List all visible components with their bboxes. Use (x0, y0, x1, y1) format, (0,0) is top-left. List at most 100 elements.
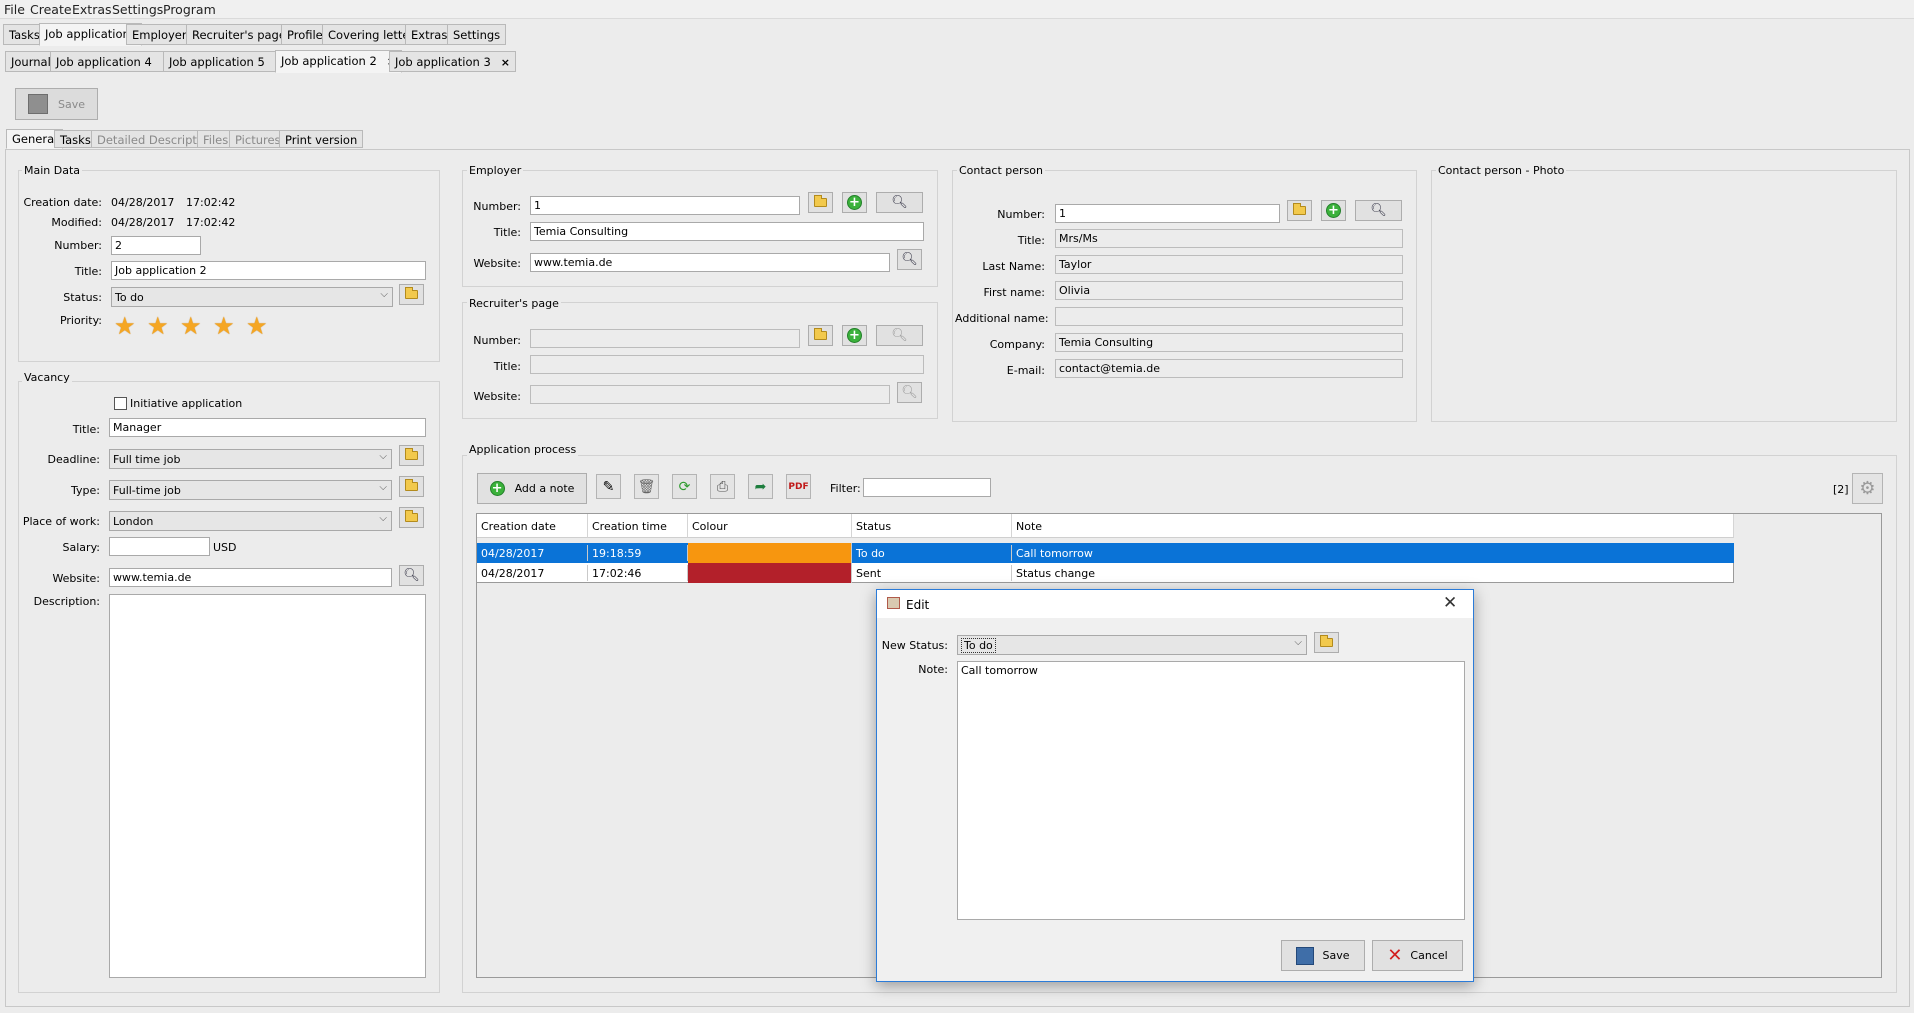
employer-add-button[interactable]: + (842, 192, 867, 213)
creation-date-value: 04/28/2017 (111, 196, 175, 209)
close-icon[interactable]: × (501, 56, 510, 69)
place-folder-button[interactable] (399, 507, 424, 528)
description-textarea[interactable] (109, 594, 426, 978)
employer-website-search-button[interactable]: 🔍︎ (897, 249, 922, 270)
sub-tab-bar: General Tasks Detailed Description Files… (0, 129, 1914, 150)
refresh-button[interactable]: ⟳ (672, 474, 697, 499)
new-status-label: New Status: (881, 639, 948, 652)
contact-number-input[interactable]: 1 (1055, 204, 1280, 223)
place-select[interactable]: London ⌵ (109, 511, 392, 531)
new-status-folder-button[interactable] (1314, 632, 1339, 653)
status-label: Status: (63, 291, 102, 304)
tab-settings[interactable]: Settings (447, 24, 507, 45)
menu-program[interactable]: Program (163, 2, 216, 17)
recruiter-website-search-button[interactable]: 🔍︎ (897, 382, 922, 403)
contact-lastname-input[interactable]: Taylor (1055, 255, 1403, 274)
dialog-save-button[interactable]: Save (1281, 940, 1365, 971)
star-icon[interactable]: ★ (213, 312, 235, 340)
star-icon[interactable]: ★ (114, 312, 136, 340)
status-folder-button[interactable] (399, 284, 424, 305)
contact-email-input[interactable]: contact@temia.de (1055, 359, 1403, 378)
contact-additional-input[interactable] (1055, 307, 1403, 326)
tab-pictures[interactable]: Pictures (229, 130, 287, 148)
menu-extras[interactable]: Extras (72, 2, 112, 17)
contact-title-input[interactable]: Mrs/Ms (1055, 229, 1403, 248)
delete-button[interactable]: 🗑︎ (634, 474, 659, 499)
contact-additional-label: Additional name: (955, 312, 1049, 325)
menu-file[interactable]: File (4, 2, 25, 17)
tab-journal[interactable]: Journal (5, 51, 57, 72)
website-search-button[interactable]: 🔍︎ (399, 565, 424, 586)
search-icon: 🔍︎ (891, 195, 908, 210)
contact-add-button[interactable]: + (1321, 200, 1346, 221)
column-header-creation-date[interactable]: Creation date (477, 514, 588, 538)
add-note-button[interactable]: + Add a note (477, 473, 587, 504)
settings-button[interactable]: ⚙ (1852, 473, 1883, 504)
contact-folder-button[interactable] (1287, 200, 1312, 221)
recruiter-search-button[interactable]: 🔍︎ (876, 325, 923, 346)
recruiter-number-input[interactable] (530, 329, 800, 348)
recruiter-title-input[interactable] (530, 355, 924, 374)
tab-job-application-3[interactable]: Job application 3 × (389, 51, 517, 72)
edit-dialog: Edit ✕ New Status: To do ⌵ Note: Call tom… (876, 589, 1474, 982)
column-header-colour[interactable]: Colour (688, 514, 852, 538)
pdf-button[interactable]: PDF (786, 474, 811, 499)
title-input[interactable]: Job application 2 (111, 261, 426, 280)
employer-number-label: Number: (473, 200, 521, 213)
add-note-label: Add a note (514, 482, 575, 495)
folder-icon (405, 510, 418, 522)
vacancy-title-input[interactable]: Manager (109, 418, 426, 437)
add-icon: + (489, 481, 505, 496)
recruiter-folder-button[interactable] (808, 325, 833, 346)
status-select[interactable]: To do ⌵ (111, 287, 393, 307)
column-header-status[interactable]: Status (852, 514, 1012, 538)
contact-search-button[interactable]: 🔍︎ (1355, 200, 1402, 221)
column-header-note[interactable]: Note (1012, 514, 1734, 538)
deadline-folder-button[interactable] (399, 445, 424, 466)
new-status-select[interactable]: To do ⌵ (957, 635, 1307, 655)
contact-firstname-input[interactable]: Olivia (1055, 281, 1403, 300)
printer-icon: ⎙ (716, 478, 729, 495)
salary-input[interactable] (109, 537, 210, 556)
menu-create[interactable]: Create (30, 2, 72, 17)
description-label: Description: (33, 595, 100, 608)
menu-settings[interactable]: Settings (112, 2, 163, 17)
initiative-checkbox[interactable] (114, 397, 127, 410)
type-folder-button[interactable] (399, 476, 424, 497)
star-icon[interactable]: ★ (246, 312, 268, 340)
recruiter-add-button[interactable]: + (842, 325, 867, 346)
edit-note-button[interactable]: ✎ (596, 474, 621, 499)
recruiter-website-input[interactable] (530, 385, 890, 404)
employer-folder-button[interactable] (808, 192, 833, 213)
type-value: Full-time job (113, 484, 181, 497)
search-icon: 🔍︎ (1370, 203, 1387, 218)
star-icon[interactable]: ★ (147, 312, 169, 340)
employer-number-input[interactable]: 1 (530, 196, 800, 215)
number-input[interactable]: 2 (111, 236, 201, 255)
dialog-cancel-button[interactable]: ✕ Cancel (1372, 940, 1463, 971)
table-cell-note: Status change (1016, 567, 1096, 580)
tab-job-application-2[interactable]: Job application 2× (275, 50, 403, 73)
note-textarea[interactable]: Call tomorrow (957, 661, 1465, 920)
employer-title-input[interactable]: Temia Consulting (530, 222, 924, 241)
employer-search-button[interactable]: 🔍︎ (876, 192, 923, 213)
vacancy-legend: Vacancy (22, 371, 72, 384)
tab-print-version[interactable]: Print version (279, 130, 364, 148)
website-input[interactable]: www.temia.de (109, 568, 392, 587)
deadline-select[interactable]: Full time job ⌵ (109, 449, 392, 469)
tab-job-application-4[interactable]: Job application 4× (50, 51, 178, 72)
contact-company-input[interactable]: Temia Consulting (1055, 333, 1403, 352)
application-process-legend: Application process (467, 443, 579, 456)
export-button[interactable]: ➦ (748, 474, 773, 499)
floppy-icon (1296, 946, 1315, 965)
tab-job-application-5[interactable]: Job application 5× (163, 51, 291, 72)
type-label: Type: (71, 484, 100, 497)
filter-input[interactable] (863, 478, 991, 497)
print-button[interactable]: ⎙ (710, 474, 735, 499)
employer-website-input[interactable]: www.temia.de (530, 253, 890, 272)
column-header-creation-time[interactable]: Creation time (588, 514, 688, 538)
type-select[interactable]: Full-time job ⌵ (109, 480, 392, 500)
close-icon[interactable]: ✕ (1443, 593, 1457, 613)
star-icon[interactable]: ★ (180, 312, 202, 340)
save-button[interactable]: Save (15, 88, 98, 120)
